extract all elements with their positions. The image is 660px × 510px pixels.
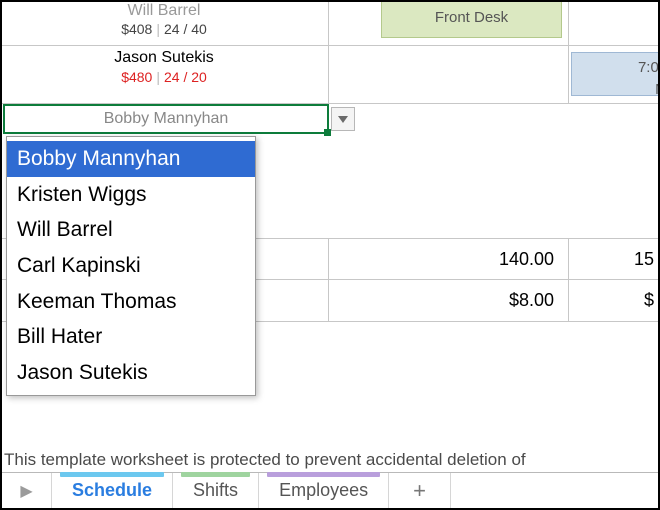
validation-dropdown-list[interactable]: Bobby Mannyhan Kristen Wiggs Will Barrel… (6, 136, 256, 396)
employee-cost: $480 (121, 69, 152, 85)
tab-label: Schedule (72, 480, 152, 501)
tab-add-sheet[interactable]: + (389, 473, 451, 508)
plus-icon: + (413, 478, 426, 504)
employee-hours: 24 / 40 (164, 21, 207, 37)
tab-label: Shifts (193, 480, 238, 501)
schedule-cell[interactable]: 7:00 AM Ma (569, 46, 660, 103)
schedule-cell[interactable] (569, 0, 660, 45)
data-validation-dropdown-button[interactable] (331, 107, 355, 131)
active-cell-value: Bobby Mannyhan (104, 110, 229, 128)
shift-role: Front Desk (382, 7, 561, 29)
active-cell[interactable]: Bobby Mannyhan (3, 104, 329, 134)
employee-hours: 24 / 20 (164, 69, 207, 85)
tab-label: Employees (279, 480, 368, 501)
protection-message: This template worksheet is protected to … (4, 450, 526, 470)
employee-cost: $408 (121, 21, 152, 37)
schedule-cell[interactable] (329, 46, 569, 103)
dropdown-option[interactable]: Kristen Wiggs (7, 177, 255, 213)
schedule-cell[interactable]: 11:00 AM - 3:00 PM Front Desk (329, 0, 569, 45)
summary-cell[interactable]: $ (569, 280, 660, 321)
tab-schedule[interactable]: Schedule (52, 473, 173, 508)
play-icon: ▶ (20, 481, 32, 501)
shift-role: Ma (572, 79, 660, 101)
chevron-down-icon (338, 116, 348, 123)
summary-cell[interactable]: 140.00 (329, 239, 569, 279)
employee-row[interactable]: Jason Sutekis $480|24 / 20 (0, 46, 329, 103)
summary-cell[interactable]: $8.00 (329, 280, 569, 321)
employee-name: Jason Sutekis (0, 48, 328, 68)
shift-block[interactable]: 7:00 AM Ma (571, 52, 660, 96)
shift-time: 7:00 AM (572, 57, 660, 79)
sheet-nav-button[interactable]: ▶ (2, 473, 52, 508)
sheet-tabs-bar: ▶ Schedule Shifts Employees + (2, 472, 658, 508)
tab-accent (267, 472, 380, 477)
shift-time: 11:00 AM - 3:00 PM (382, 0, 561, 7)
dropdown-option[interactable]: Bobby Mannyhan (7, 141, 255, 177)
tab-accent (60, 472, 164, 477)
tab-employees[interactable]: Employees (259, 473, 389, 508)
employee-name: Will Barrel (0, 2, 328, 20)
dropdown-option[interactable]: Carl Kapinski (7, 248, 255, 284)
dropdown-option[interactable]: Will Barrel (7, 212, 255, 248)
shift-block[interactable]: 11:00 AM - 3:00 PM Front Desk (381, 0, 562, 38)
summary-cell[interactable]: 15 (569, 239, 660, 279)
dropdown-option[interactable]: Jason Sutekis (7, 355, 255, 391)
spreadsheet-grid[interactable]: Will Barrel $408|24 / 40 11:00 AM - 3:00… (0, 0, 660, 104)
tab-accent (181, 472, 250, 477)
tab-shifts[interactable]: Shifts (173, 473, 259, 508)
dropdown-option[interactable]: Bill Hater (7, 319, 255, 355)
fill-handle[interactable] (324, 129, 331, 136)
dropdown-option[interactable]: Keeman Thomas (7, 284, 255, 320)
employee-row[interactable]: Will Barrel $408|24 / 40 (0, 0, 329, 45)
